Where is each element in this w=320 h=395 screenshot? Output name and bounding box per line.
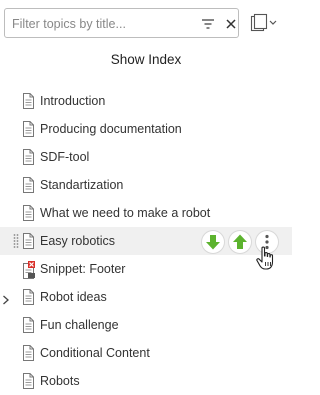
document-icon <box>22 93 35 109</box>
topic-row[interactable]: Snippet: Footer <box>0 255 292 283</box>
snippet-error-icon <box>22 261 35 279</box>
document-icon <box>22 205 35 221</box>
document-icon <box>22 233 35 249</box>
topic-row-selected[interactable]: Easy robotics <box>0 227 292 270</box>
topic-row[interactable]: Conditional Content <box>0 339 292 367</box>
chevron-right-icon[interactable] <box>2 292 10 305</box>
document-icon <box>22 373 35 389</box>
close-icon[interactable] <box>223 16 239 32</box>
document-icon <box>22 177 35 193</box>
topic-filter-input[interactable] <box>12 15 192 33</box>
document-icon <box>22 121 35 137</box>
move-up-button[interactable] <box>229 231 251 253</box>
topic-label: Robots <box>40 374 80 388</box>
topic-row[interactable]: Fun challenge <box>0 311 292 339</box>
more-options-button[interactable] <box>256 231 278 253</box>
document-icon <box>22 149 35 165</box>
view-options-button[interactable] <box>249 12 279 34</box>
document-icon <box>22 345 35 361</box>
more-vertical-icon <box>265 234 269 250</box>
topic-label: Introduction <box>40 94 106 108</box>
filter-box <box>4 8 239 38</box>
document-icon <box>22 289 35 305</box>
topic-label: Snippet: Footer <box>40 262 126 276</box>
topic-row[interactable]: Introduction <box>0 87 292 115</box>
topbar <box>0 0 292 48</box>
arrow-up-icon <box>233 234 247 249</box>
topic-label: Standartization <box>40 178 124 192</box>
arrow-down-icon <box>206 235 220 250</box>
topic-label: Robot ideas <box>40 290 107 304</box>
topic-label: Fun challenge <box>40 318 119 332</box>
topic-label: Easy robotics <box>40 234 116 248</box>
topic-label: What we need to make a robot <box>40 206 211 220</box>
funnel-icon[interactable] <box>199 17 217 31</box>
topic-row[interactable]: Standartization <box>0 171 292 199</box>
topic-row[interactable]: Robots <box>0 367 292 395</box>
topic-row[interactable]: What we need to make a robot <box>0 199 292 227</box>
copy-layers-icon <box>250 13 277 32</box>
drag-handle-icon[interactable] <box>13 233 19 249</box>
topic-label: SDF-tool <box>40 150 90 164</box>
topic-label: Producing documentation <box>40 122 182 136</box>
topic-row[interactable]: Producing documentation <box>0 115 292 143</box>
topic-row[interactable]: SDF-tool <box>0 143 292 171</box>
topic-row[interactable]: Robot ideas <box>0 283 292 311</box>
show-index-link[interactable]: Show Index <box>0 52 292 74</box>
move-down-button[interactable] <box>202 231 224 253</box>
topic-label: Conditional Content <box>40 346 150 360</box>
document-icon <box>22 317 35 333</box>
